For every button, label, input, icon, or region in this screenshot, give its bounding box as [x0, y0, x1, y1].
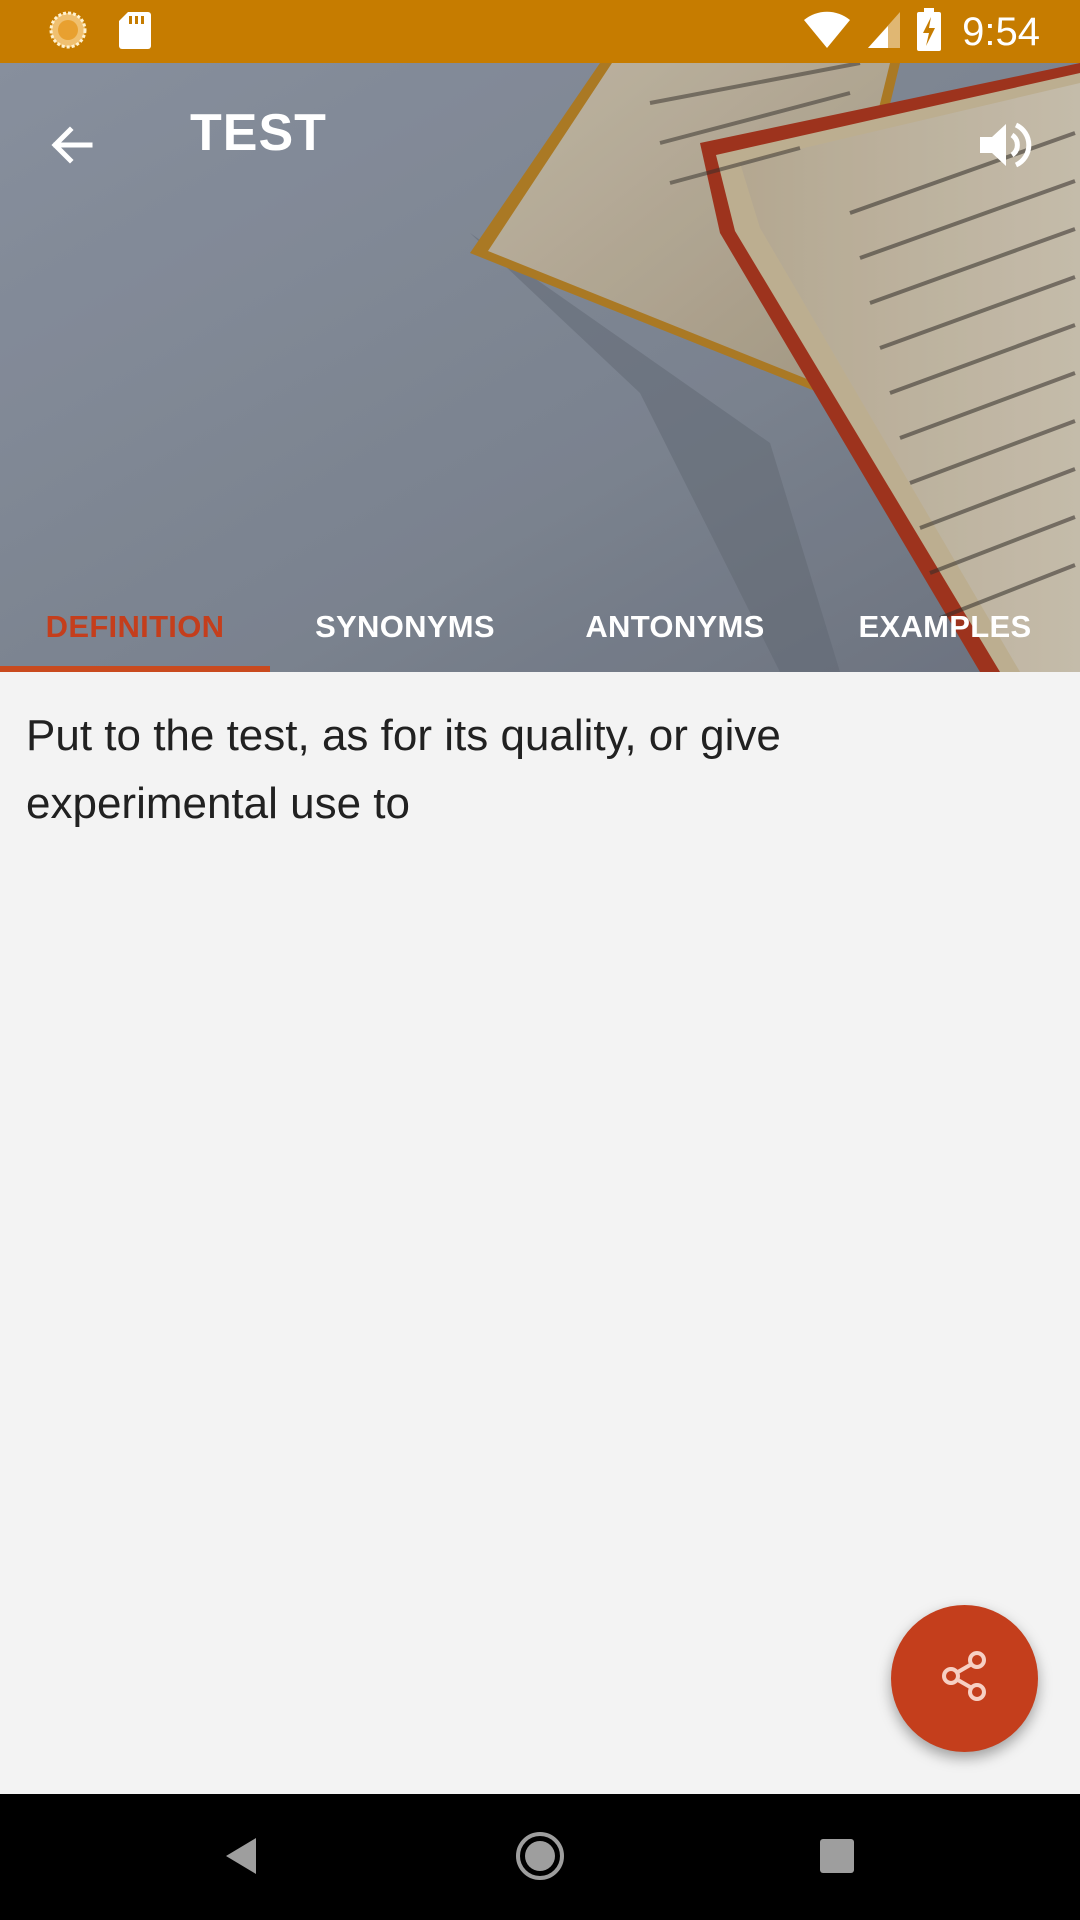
- tab-label: SYNONYMS: [315, 609, 495, 644]
- status-time: 9:54: [962, 9, 1040, 54]
- arrow-back-icon: [46, 119, 98, 176]
- page-title: TEST: [190, 104, 327, 162]
- nav-back-icon: [222, 1834, 262, 1883]
- battery-charging-icon: [916, 7, 942, 57]
- tab-label: ANTONYMS: [585, 609, 765, 644]
- screen: 9:54 TEST DEFINITION SYNONYMS ANTONYMS E…: [0, 0, 1080, 1920]
- nav-back-button[interactable]: [202, 1818, 282, 1898]
- nav-home-icon: [514, 1830, 566, 1887]
- tab-definition[interactable]: DEFINITION: [0, 603, 270, 672]
- pronounce-button[interactable]: [962, 105, 1046, 189]
- share-icon: [937, 1648, 993, 1709]
- navigation-bar: [0, 1794, 1080, 1920]
- tab-label: DEFINITION: [45, 609, 225, 644]
- sd-card-icon: [118, 10, 152, 55]
- status-left-icons: [48, 10, 152, 54]
- cell-signal-icon: [866, 10, 902, 55]
- notification-circle-icon: [48, 10, 88, 55]
- volume-icon: [974, 115, 1034, 180]
- wifi-icon: [802, 10, 852, 55]
- tab-bar: DEFINITION SYNONYMS ANTONYMS EXAMPLES: [0, 603, 1080, 672]
- status-right-icons: 9:54: [802, 7, 1040, 57]
- nav-recents-button[interactable]: [797, 1818, 877, 1898]
- toolbar: TEST: [0, 63, 1080, 213]
- header: TEST DEFINITION SYNONYMS ANTONYMS EXAMPL…: [0, 63, 1080, 672]
- status-bar: 9:54: [0, 0, 1080, 63]
- tab-examples[interactable]: EXAMPLES: [810, 603, 1080, 672]
- tab-label: EXAMPLES: [858, 609, 1032, 644]
- nav-recents-icon: [818, 1837, 856, 1880]
- tab-antonyms[interactable]: ANTONYMS: [540, 603, 810, 672]
- share-button[interactable]: [891, 1605, 1038, 1752]
- nav-home-button[interactable]: [500, 1818, 580, 1898]
- definition-text: Put to the test, as for its quality, or …: [26, 711, 781, 828]
- tab-synonyms[interactable]: SYNONYMS: [270, 603, 540, 672]
- back-button[interactable]: [30, 105, 114, 189]
